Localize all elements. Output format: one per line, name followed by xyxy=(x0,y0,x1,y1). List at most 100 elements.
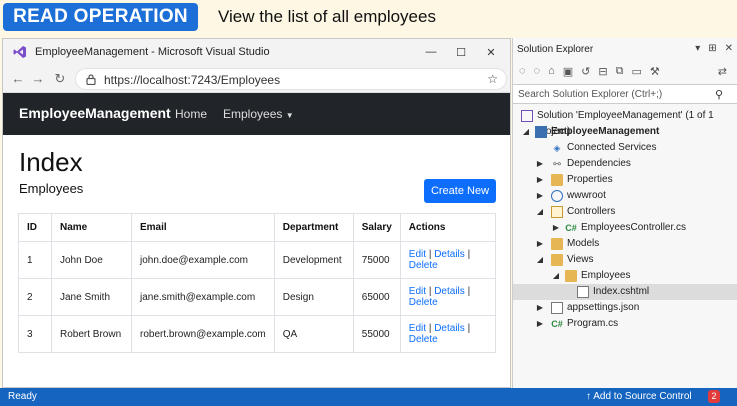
solution-explorer-title: Solution Explorer xyxy=(517,44,594,55)
table-row: 3 Robert Brown robert.brown@example.com … xyxy=(18,315,497,353)
tree-item-program[interactable]: ▶ C# Program.cs xyxy=(513,316,737,332)
expanded-arrow-icon[interactable]: ◢ xyxy=(535,252,545,268)
cell-id: 3 xyxy=(18,315,52,353)
tree-item-appsettings[interactable]: ▶ appsettings.json xyxy=(513,300,737,316)
folder-icon xyxy=(551,254,563,266)
favorite-star-icon[interactable]: ☆ xyxy=(487,72,498,86)
folder-icon xyxy=(565,270,577,282)
tree-item-project[interactable]: ◢ EmployeeManagement xyxy=(513,124,737,140)
expanded-arrow-icon[interactable]: ◢ xyxy=(535,204,545,220)
visual-studio-icon xyxy=(13,46,26,58)
dependencies-icon: ⚯ xyxy=(553,159,561,169)
tree-item-solution[interactable]: Solution 'EmployeeManagement' (1 of 1 pr… xyxy=(513,108,737,137)
tree-item-properties[interactable]: ▶ Properties xyxy=(513,172,737,188)
close-icon[interactable]: ✕ xyxy=(725,43,733,54)
folder-open-icon xyxy=(551,206,563,218)
cell-department: Development xyxy=(273,241,354,279)
cell-name: Jane Smith xyxy=(51,278,132,316)
refresh-icon[interactable]: ↻ xyxy=(51,70,69,88)
tree-item-dependencies[interactable]: ▶ ⚯ Dependencies xyxy=(513,156,737,172)
tree-item-views[interactable]: ◢ Views xyxy=(513,252,737,268)
pin-icon[interactable]: ⊞ xyxy=(708,43,716,54)
history-icon[interactable]: ↺ xyxy=(581,65,590,78)
search-icon[interactable]: ⚲ xyxy=(715,88,723,101)
dropdown-icon[interactable]: ▾ xyxy=(695,43,700,54)
page-title: Index xyxy=(19,147,83,177)
forward-icon[interactable]: → xyxy=(29,70,47,88)
page-subtitle: Employees xyxy=(19,181,84,196)
employees-table: ID Name Email Department Salary Actions … xyxy=(18,213,497,353)
tree-item-models[interactable]: ▶ Models xyxy=(513,236,737,252)
edit-link[interactable]: Edit xyxy=(409,286,426,297)
cell-name: Robert Brown xyxy=(51,315,132,353)
delete-link[interactable]: Delete xyxy=(409,260,438,271)
collapsed-arrow-icon[interactable]: ▶ xyxy=(535,172,545,188)
create-new-button[interactable]: Create New xyxy=(424,179,496,203)
collapsed-arrow-icon[interactable]: ▶ xyxy=(535,236,545,252)
notifications-badge[interactable]: 2 xyxy=(708,390,720,403)
back-icon[interactable]: ◌ xyxy=(519,65,526,77)
expanded-arrow-icon[interactable]: ◢ xyxy=(551,268,561,284)
cell-salary: 75000 xyxy=(352,241,401,279)
edit-link[interactable]: Edit xyxy=(409,249,426,260)
header-name: Name xyxy=(51,213,132,242)
delete-link[interactable]: Delete xyxy=(409,297,438,308)
cell-department: Design xyxy=(273,278,354,316)
switch-views-icon[interactable]: ▣ xyxy=(563,65,573,78)
tree-item-employees-controller[interactable]: ▶ C# EmployeesController.cs xyxy=(513,220,737,236)
cell-email: jane.smith@example.com xyxy=(131,278,275,316)
table-row: 2 Jane Smith jane.smith@example.com Desi… xyxy=(18,278,497,316)
home-icon[interactable]: ⌂ xyxy=(548,65,555,77)
collapsed-arrow-icon[interactable]: ▶ xyxy=(551,220,561,236)
close-icon[interactable]: ✕ xyxy=(476,42,506,62)
maximize-icon[interactable]: ☐ xyxy=(446,42,476,62)
details-link[interactable]: Details xyxy=(434,249,465,260)
details-link[interactable]: Details xyxy=(434,323,465,334)
collapsed-arrow-icon[interactable]: ▶ xyxy=(535,156,545,172)
add-to-source-control-button[interactable]: ↑ Add to Source Control xyxy=(586,391,692,402)
caret-down-icon: ▼ xyxy=(285,111,294,120)
delete-link[interactable]: Delete xyxy=(409,334,438,345)
cell-salary: 55000 xyxy=(352,315,401,353)
collapse-all-icon[interactable]: ⊟ xyxy=(598,65,607,78)
collapsed-arrow-icon[interactable]: ▶ xyxy=(535,188,545,204)
solution-search-input[interactable]: Search Solution Explorer (Ctrl+;) ⚲ xyxy=(513,84,737,104)
nav-employees-dropdown[interactable]: Employees ▼ xyxy=(223,107,294,121)
back-icon[interactable]: ← xyxy=(9,70,27,88)
wrench-icon[interactable]: ⚒ xyxy=(650,65,660,78)
tree-item-connected-services[interactable]: ◈ Connected Services xyxy=(513,140,737,156)
solution-explorer-titlebar: Solution Explorer ▾ ⊞ ✕ xyxy=(513,38,737,60)
cell-actions: Edit | Details | Delete xyxy=(399,278,497,316)
project-icon xyxy=(535,126,547,138)
tree-item-controllers[interactable]: ◢ Controllers xyxy=(513,204,737,220)
show-all-files-icon[interactable]: ⧉ xyxy=(616,65,624,78)
details-link[interactable]: Details xyxy=(434,286,465,297)
minimize-icon[interactable]: — xyxy=(416,42,446,62)
cell-salary: 65000 xyxy=(352,278,401,316)
preview-icon[interactable]: ▭ xyxy=(631,65,641,78)
solution-explorer: Solution Explorer ▾ ⊞ ✕ ◌ ◌ ⌂ ▣ ↺ ⊟ ⧉ ▭ … xyxy=(512,38,737,388)
tree-item-index-cshtml[interactable]: Index.cshtml xyxy=(513,284,737,300)
properties-icon xyxy=(551,174,563,186)
globe-icon xyxy=(551,190,563,202)
cell-actions: Edit | Details | Delete xyxy=(399,241,497,279)
url-field[interactable]: https://localhost:7243/Employees ☆ xyxy=(75,68,507,90)
cell-id: 2 xyxy=(18,278,52,316)
collapsed-arrow-icon[interactable]: ▶ xyxy=(535,300,545,316)
cell-id: 1 xyxy=(18,241,52,279)
folder-icon xyxy=(551,238,563,250)
cell-name: John Doe xyxy=(51,241,132,279)
csharp-file-icon: C# xyxy=(551,319,563,329)
collapsed-arrow-icon[interactable]: ▶ xyxy=(535,316,545,332)
nav-home[interactable]: Home xyxy=(175,107,207,121)
tree-item-wwwroot[interactable]: ▶ wwwroot xyxy=(513,188,737,204)
tree-item-views-employees[interactable]: ◢ Employees xyxy=(513,268,737,284)
header-actions: Actions xyxy=(399,213,497,242)
edit-link[interactable]: Edit xyxy=(409,323,426,334)
forward-icon[interactable]: ◌ xyxy=(534,65,541,77)
site-brand[interactable]: EmployeeManagement xyxy=(19,105,171,121)
header-id: ID xyxy=(18,213,52,242)
expanded-arrow-icon[interactable]: ◢ xyxy=(521,124,531,140)
sync-icon[interactable]: ⇄ xyxy=(718,65,727,78)
connected-services-icon: ◈ xyxy=(553,143,561,153)
